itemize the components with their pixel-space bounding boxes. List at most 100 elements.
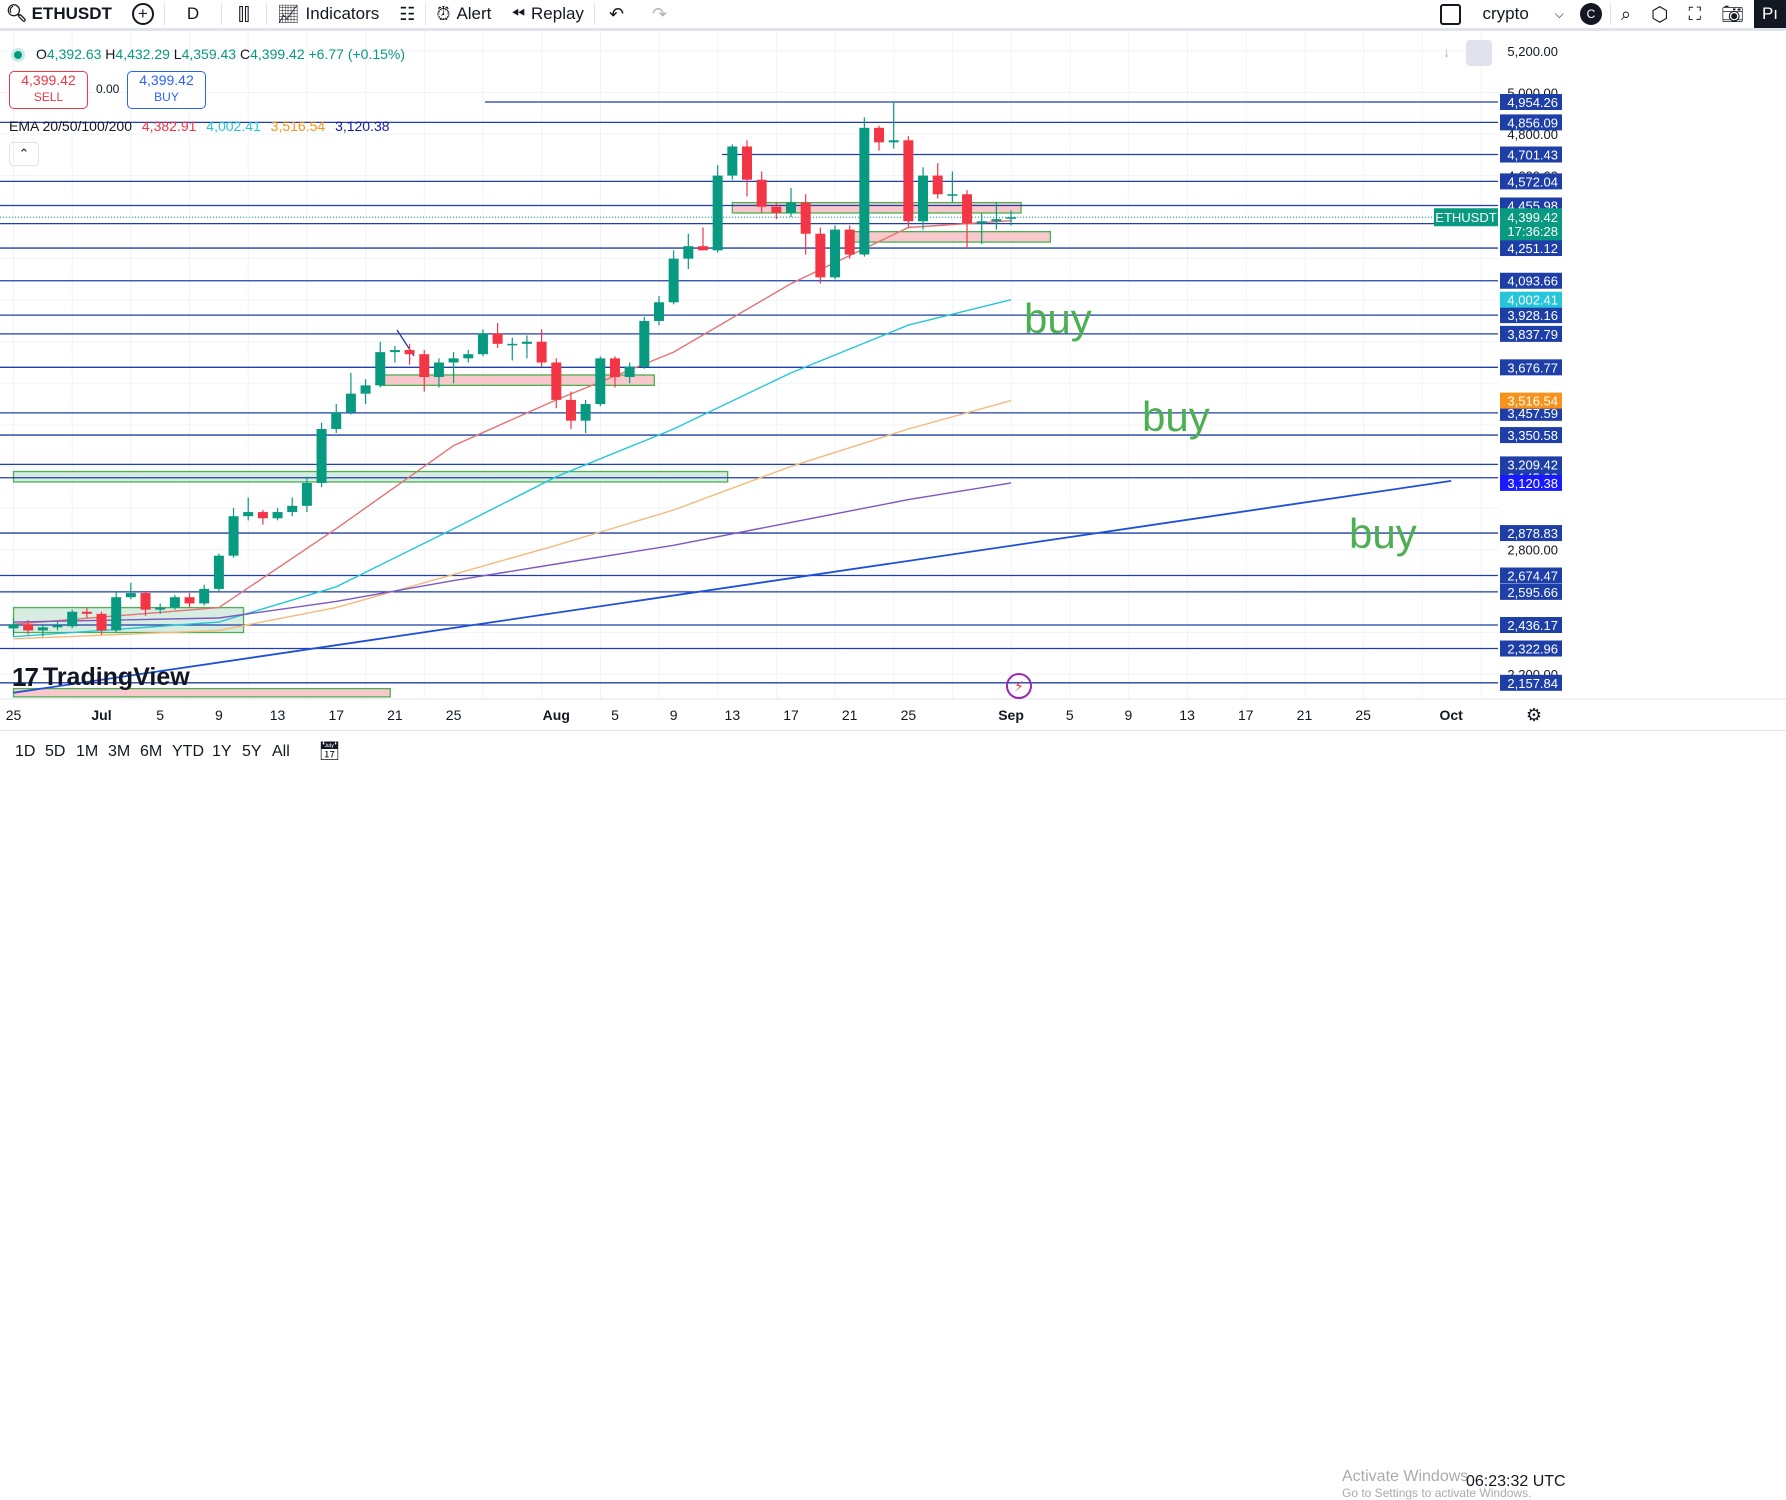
candle-body	[521, 341, 532, 344]
candle-body	[624, 366, 635, 378]
layouts-button[interactable]: ☷	[389, 0, 425, 28]
candle-body	[389, 350, 400, 353]
avatar-letter: C	[1579, 3, 1602, 25]
high-label: H	[105, 46, 116, 62]
range-button-5y[interactable]: 5Y	[242, 743, 262, 761]
time-tick-label: 13	[725, 707, 741, 723]
status-dot	[14, 51, 22, 59]
autoscale-button[interactable]	[1466, 40, 1492, 66]
range-button-3m[interactable]: 3M	[108, 743, 130, 761]
alert-button[interactable]: ⏰︎ Alert	[426, 0, 501, 28]
goto-date-icon[interactable]: 📅︎	[318, 741, 341, 762]
lightning-icon[interactable]: ⚡︎	[1006, 673, 1032, 699]
avatar[interactable]: C	[1572, 0, 1610, 28]
candle-body	[287, 505, 298, 513]
time-tick-label: 9	[670, 707, 678, 723]
camera-icon: 📷︎	[1721, 3, 1744, 24]
gear-icon: ⬡	[1651, 3, 1669, 26]
quick-search-button[interactable]: ⌕	[1611, 0, 1641, 28]
alert-label: Alert	[456, 4, 492, 23]
undo-button[interactable]: ↶	[595, 0, 638, 28]
select-checkbox[interactable]	[1426, 0, 1475, 28]
candle-body	[375, 352, 386, 386]
symbol-search[interactable]: 🔍︎ ETHUSDT	[0, 0, 122, 28]
candle-body	[800, 202, 811, 234]
candle-body	[580, 404, 591, 421]
candle-body	[844, 229, 855, 255]
range-button-1y[interactable]: 1Y	[212, 743, 232, 761]
replay-button[interactable]: ⏪︎ Replay	[501, 0, 594, 28]
buy-button[interactable]: 4,399.42 BUY	[127, 71, 206, 109]
candle-body	[609, 358, 620, 378]
time-tick-label: 17	[783, 707, 799, 723]
collapse-legend-button[interactable]: ⌃	[9, 142, 39, 166]
fullscreen-button[interactable]: ⛶	[1678, 0, 1711, 28]
time-tick-label: 21	[842, 707, 858, 723]
sell-price: 4,399.42	[21, 72, 76, 88]
ema-value-label: 4,002.41	[1507, 293, 1558, 308]
candle-body	[331, 412, 342, 429]
price-level-label: 3,676.77	[1507, 360, 1558, 375]
candle-body	[742, 146, 752, 180]
candle-body	[419, 354, 430, 378]
candle-body	[1006, 217, 1017, 219]
sell-label: SELL	[33, 90, 64, 104]
range-button-1m[interactable]: 1M	[76, 743, 98, 761]
close-value: 4,399.42	[250, 46, 305, 62]
time-tick-label: Sep	[998, 707, 1024, 723]
candle-body	[815, 233, 826, 278]
time-tick-label: 13	[1179, 707, 1195, 723]
ema-legend[interactable]: EMA 20/50/100/200 4,382.91 4,002.41 3,51…	[9, 118, 390, 134]
scroll-down-arrow-icon[interactable]: ↓	[1443, 44, 1450, 60]
ema20-value: 4,382.91	[141, 118, 197, 134]
ema100-value: 3,516.54	[270, 118, 326, 134]
candle-body	[727, 146, 738, 176]
open-label: O	[36, 46, 47, 62]
candle-body	[404, 350, 415, 355]
redo-icon: ↷	[652, 3, 668, 24]
indicators-button[interactable]: 📈︎ Indicators	[267, 0, 390, 28]
time-tick-label: 5	[611, 707, 619, 723]
range-button-6m[interactable]: 6M	[140, 743, 162, 761]
low-value: 4,359.43	[181, 46, 237, 62]
settings-button[interactable]: ⬡	[1641, 0, 1678, 28]
time-tick-label: Oct	[1439, 707, 1463, 723]
alarm-clock-icon: ⏰︎	[436, 3, 451, 24]
sell-button[interactable]: 4,399.42 SELL	[9, 71, 88, 109]
time-tick-label: 25	[6, 707, 22, 723]
snapshot-button[interactable]: 📷︎	[1711, 0, 1754, 28]
time-tick-label: 25	[446, 707, 462, 723]
price-level-label: 4,093.66	[1507, 274, 1558, 289]
price-level-label: 2,878.83	[1507, 526, 1558, 541]
close-label: C	[239, 46, 251, 62]
publish-button[interactable]: Pı	[1753, 0, 1786, 28]
buy-annotation: buy	[1142, 393, 1210, 440]
buy-price: 4,399.42	[139, 72, 194, 88]
price-chart[interactable]: buybuybuy 5,200.005,000.004,800.004,600.…	[0, 31, 1786, 729]
compare-button[interactable]: +	[122, 0, 164, 28]
range-button-1d[interactable]: 1D	[15, 743, 35, 761]
chevron-up-icon: ⌃	[18, 146, 30, 161]
redo-button[interactable]: ↷	[638, 0, 681, 28]
range-button-ytd[interactable]: YTD	[172, 743, 204, 761]
candle-body	[595, 358, 606, 405]
candles-icon: ⫿⫿	[238, 3, 250, 24]
range-button-5d[interactable]: 5D	[45, 743, 65, 761]
candle-body	[301, 482, 312, 506]
time-tick-label: 13	[270, 707, 286, 723]
price-level-label: 4,251.12	[1507, 241, 1558, 256]
symbol-badge-label: ETHUSDT	[1435, 210, 1496, 225]
chart-type-button[interactable]: ⫿⫿	[222, 0, 266, 28]
ohlc-legend: O4,392.63 H4,432.29 L4,359.43 C4,399.42 …	[8, 46, 405, 62]
price-level-label: 4,572.04	[1507, 174, 1558, 189]
time-tick-label: 25	[901, 707, 917, 723]
range-button-all[interactable]: All	[272, 743, 290, 761]
interval-button[interactable]: D	[165, 0, 221, 28]
candle-body	[52, 625, 63, 628]
watchlist-dropdown[interactable]: crypto ⌵	[1475, 0, 1572, 28]
candle-body	[697, 246, 708, 251]
price-level-label: 3,837.79	[1507, 327, 1558, 342]
time-tick-label: 5	[156, 707, 164, 723]
candle-body	[888, 140, 899, 143]
candle-body	[683, 246, 694, 259]
